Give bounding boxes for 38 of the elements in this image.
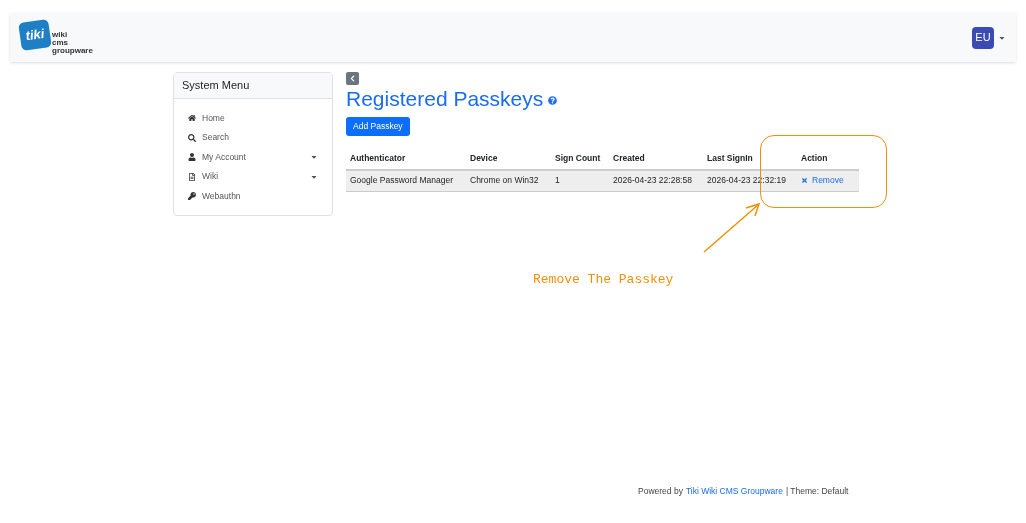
menu-item[interactable]: Search: [188, 128, 318, 148]
sidebar-title: System Menu: [174, 73, 332, 99]
logo-text: wiki: [52, 30, 69, 39]
chevron-left-icon: [349, 75, 356, 82]
menu-item[interactable]: Webauthn: [188, 186, 318, 206]
logo-text: groupware: [52, 46, 93, 55]
column-header: Action: [800, 152, 829, 165]
search-icon: [188, 133, 196, 142]
back-button[interactable]: [346, 72, 359, 85]
menu-item[interactable]: My Account: [188, 147, 318, 167]
document-icon: [188, 172, 196, 181]
footer-text: Powered by: [638, 485, 683, 498]
menu-item[interactable]: Wiki: [188, 167, 318, 187]
remove-link[interactable]: Remove: [801, 173, 844, 187]
logo-mark[interactable]: tiki: [18, 18, 52, 51]
annotation-text: Remove The Passkey: [533, 271, 674, 289]
table-cell: 2026-04-23 22:28:58: [613, 175, 692, 186]
person-icon: [188, 153, 196, 162]
menu-item[interactable]: Home: [188, 108, 318, 128]
page-title: Registered Passkeys: [346, 86, 544, 112]
logo-text: cms: [52, 38, 69, 47]
footer-text: | Theme: Default: [785, 485, 849, 498]
column-header: Device: [469, 152, 499, 165]
close-icon: [801, 176, 808, 184]
table-cell: Google Password Manager: [350, 175, 453, 186]
home-icon: [188, 114, 196, 123]
key-icon: [188, 192, 196, 201]
help-icon[interactable]: [548, 96, 558, 105]
user-avatar[interactable]: EU: [972, 26, 994, 49]
table-cell: Chrome on Win32: [470, 175, 539, 186]
add-passkey-button[interactable]: Add Passkey: [346, 117, 410, 136]
annotation-arrow: [702, 200, 762, 254]
column-header: Sign Count: [554, 152, 602, 165]
footer-link[interactable]: Tiki Wiki CMS Groupware: [685, 485, 783, 498]
column-header: Authenticator: [349, 152, 407, 165]
column-header: Created: [612, 152, 646, 165]
column-header: Last SignIn: [706, 152, 754, 165]
table-cell: 1: [555, 175, 560, 186]
